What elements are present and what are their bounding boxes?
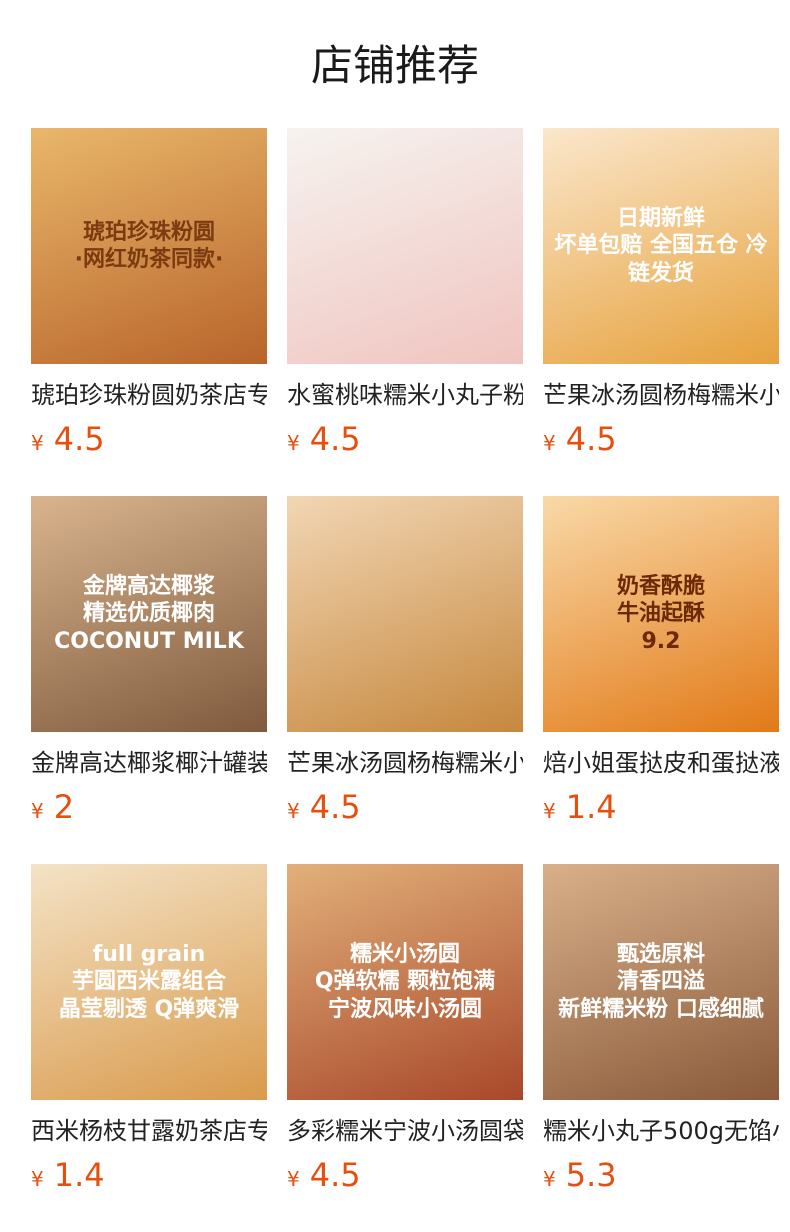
product-image[interactable]: 甄选原料 清香四溢 新鲜糯米粉 口感细腻 [543, 864, 779, 1100]
product-name[interactable]: 水蜜桃味糯米小丸子粉圆 [287, 378, 523, 412]
currency-symbol: ¥ [31, 799, 44, 823]
product-card[interactable]: 琥珀珍珠粉圆 ·网红奶茶同款· 琥珀珍珠粉圆奶茶店专用 ¥ 4.5 [31, 128, 267, 458]
price-value: 4.5 [309, 1156, 361, 1194]
product-image-text: full grain 芋圆西米露组合 晶莹剔透 Q弹爽滑 [58, 941, 240, 1022]
price-value: 1.4 [53, 1156, 105, 1194]
page-title: 店铺推荐 [310, 41, 479, 90]
currency-symbol: ¥ [287, 799, 300, 823]
product-image[interactable]: full grain 芋圆西米露组合 晶莹剔透 Q弹爽滑 [31, 864, 267, 1100]
product-image[interactable]: 日期新鲜 坏单包赔 全国五仓 冷链发货 [543, 128, 779, 364]
currency-symbol: ¥ [287, 1167, 300, 1191]
product-price: ¥ 4.5 [287, 420, 523, 458]
currency-symbol: ¥ [31, 1167, 44, 1191]
product-image-text: 奶香酥脆 牛油起酥 9.2 [616, 573, 705, 654]
product-image-text: 甄选原料 清香四溢 新鲜糯米粉 口感细腻 [558, 941, 764, 1022]
product-name[interactable]: 西米杨枝甘露奶茶店专用 [31, 1114, 267, 1148]
product-price: ¥ 4.5 [31, 420, 267, 458]
product-image-text: 日期新鲜 坏单包赔 全国五仓 冷链发货 [554, 205, 768, 286]
product-image[interactable]: 琥珀珍珠粉圆 ·网红奶茶同款· [31, 128, 267, 364]
currency-symbol: ¥ [543, 799, 556, 823]
product-card[interactable]: full grain 芋圆西米露组合 晶莹剔透 Q弹爽滑 西米杨枝甘露奶茶店专用… [31, 864, 267, 1194]
currency-symbol: ¥ [31, 431, 44, 455]
product-card[interactable]: 水蜜桃味糯米小丸子粉圆 ¥ 4.5 [287, 128, 523, 458]
product-image[interactable]: 金牌高达椰浆 精选优质椰肉 COCONUT MILK [31, 496, 267, 732]
product-card[interactable]: 芒果冰汤圆杨梅糯米小丸子 ¥ 4.5 [287, 496, 523, 826]
product-name[interactable]: 焙小姐蛋挞皮和蛋挞液套装 [543, 746, 779, 780]
price-value: 4.5 [53, 420, 105, 458]
product-image-text: 金牌高达椰浆 精选优质椰肉 COCONUT MILK [54, 573, 244, 654]
product-price: ¥ 1.4 [31, 1156, 267, 1194]
product-image[interactable] [287, 496, 523, 732]
product-card[interactable]: 日期新鲜 坏单包赔 全国五仓 冷链发货 芒果冰汤圆杨梅糯米小丸子 ¥ 4.5 [543, 128, 779, 458]
product-card[interactable]: 金牌高达椰浆 精选优质椰肉 COCONUT MILK 金牌高达椰浆椰汁罐装 ¥ … [31, 496, 267, 826]
product-image[interactable]: 糯米小汤圆 Q弹软糯 颗粒饱满 宁波风味小汤圆 [287, 864, 523, 1100]
product-image-text: 琥珀珍珠粉圆 ·网红奶茶同款· [74, 219, 224, 273]
price-value: 1.4 [565, 788, 617, 826]
product-name[interactable]: 琥珀珍珠粉圆奶茶店专用 [31, 378, 267, 412]
currency-symbol: ¥ [287, 431, 300, 455]
product-name[interactable]: 多彩糯米宁波小汤圆袋装 [287, 1114, 523, 1148]
product-price: ¥ 4.5 [543, 420, 779, 458]
product-name[interactable]: 芒果冰汤圆杨梅糯米小丸子 [543, 378, 779, 412]
product-card[interactable]: 奶香酥脆 牛油起酥 9.2 焙小姐蛋挞皮和蛋挞液套装 ¥ 1.4 [543, 496, 779, 826]
product-price: ¥ 4.5 [287, 788, 523, 826]
product-price: ¥ 5.3 [543, 1156, 779, 1194]
price-value: 4.5 [565, 420, 617, 458]
product-name[interactable]: 芒果冰汤圆杨梅糯米小丸子 [287, 746, 523, 780]
product-image-text [395, 606, 415, 622]
price-value: 4.5 [309, 420, 361, 458]
product-price: ¥ 4.5 [287, 1156, 523, 1194]
product-image[interactable]: 奶香酥脆 牛油起酥 9.2 [543, 496, 779, 732]
product-price: ¥ 1.4 [543, 788, 779, 826]
product-card[interactable]: 甄选原料 清香四溢 新鲜糯米粉 口感细腻 糯米小丸子500g无馅小汤圆 ¥ 5.… [543, 864, 779, 1194]
price-value: 5.3 [565, 1156, 617, 1194]
currency-symbol: ¥ [543, 1167, 556, 1191]
product-image[interactable] [287, 128, 523, 364]
product-price: ¥ 2 [31, 788, 267, 826]
currency-symbol: ¥ [543, 431, 556, 455]
product-image-text [395, 238, 415, 254]
product-name[interactable]: 金牌高达椰浆椰汁罐装 [31, 746, 267, 780]
product-name[interactable]: 糯米小丸子500g无馅小汤圆 [543, 1114, 779, 1148]
price-value: 2 [53, 788, 75, 826]
price-value: 4.5 [309, 788, 361, 826]
product-card[interactable]: 糯米小汤圆 Q弹软糯 颗粒饱满 宁波风味小汤圆 多彩糯米宁波小汤圆袋装 ¥ 4.… [287, 864, 523, 1194]
product-image-text: 糯米小汤圆 Q弹软糯 颗粒饱满 宁波风味小汤圆 [314, 941, 496, 1022]
